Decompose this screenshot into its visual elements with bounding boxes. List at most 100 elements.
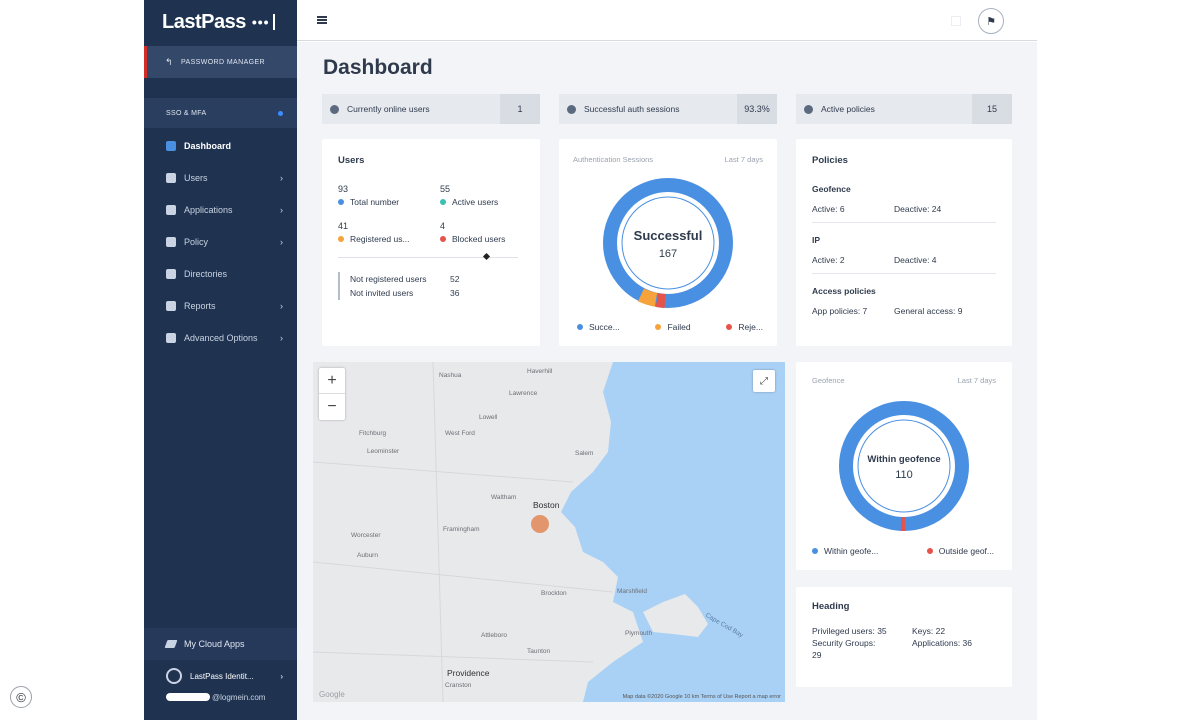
map-label: Marshfield <box>617 588 647 595</box>
legend-dot-icon <box>577 324 583 330</box>
map-label: Auburn <box>357 552 378 559</box>
map-label: Cranston <box>445 682 472 689</box>
dashboard-icon <box>166 141 176 151</box>
users-slider[interactable] <box>338 252 524 262</box>
boston-location-marker[interactable] <box>531 515 549 533</box>
stat-active-policies: Active policies 15 <box>796 94 1012 124</box>
donut-segment-rejected[interactable] <box>655 293 666 308</box>
donut-center-label: Successful <box>634 228 703 243</box>
registered-users-stat[interactable]: 41 Registered us... <box>338 221 440 244</box>
donut-segment-within[interactable] <box>839 401 969 531</box>
sidebar-item-dashboard[interactable]: Dashboard <box>144 130 297 162</box>
geofence-policy-section: Geofence Active: 6 Deactive: 24 <box>812 184 996 223</box>
map-attribution[interactable]: Map data ©2020 Google 10 km Terms of Use… <box>623 694 781 700</box>
blocked-users-stat[interactable]: 4 Blocked users <box>440 221 540 244</box>
location-map[interactable]: + − ⤢ Nashua Haverhill Lawrence Lowell F… <box>313 362 785 702</box>
geofence-card-range: Last 7 days <box>957 376 996 385</box>
my-cloud-apps-link[interactable]: My Cloud Apps <box>144 628 297 660</box>
user-icon <box>166 173 176 183</box>
users-card-title: Users <box>338 155 365 166</box>
donut-segment-failed[interactable] <box>638 288 658 307</box>
legend-dot-icon <box>338 199 344 205</box>
auth-donut-chart[interactable]: Successful 167 <box>573 173 763 313</box>
zoom-controls: + − <box>319 368 345 420</box>
stat-number: 41 <box>338 221 349 231</box>
chevron-right-icon: › <box>280 173 283 183</box>
shield-icon <box>567 104 576 114</box>
donut-center-value: 167 <box>659 248 677 260</box>
legend-item-within[interactable]: Within geofe... <box>812 546 878 556</box>
chevron-right-icon: › <box>280 205 283 215</box>
access-policy-section: Access policies App policies: 7 General a… <box>812 286 996 316</box>
sidebar-item-users[interactable]: Users › <box>144 162 297 194</box>
geofence-donut-chart[interactable]: Within geofence 110 <box>812 396 996 536</box>
flag-icon[interactable]: ⚑ <box>978 8 1004 34</box>
zoom-in-button[interactable]: + <box>319 368 345 394</box>
sidebar-item-applications[interactable]: Applications › <box>144 194 297 226</box>
ocean-shape <box>561 362 785 702</box>
section-title: Geofence <box>812 184 851 194</box>
legend-label: Reje... <box>738 322 763 332</box>
notification-placeholder-icon[interactable] <box>951 16 961 26</box>
map-label: Brockton <box>541 590 567 597</box>
donut-center-label: Within geofence <box>867 454 940 465</box>
logo-bar <box>272 14 275 30</box>
avatar-icon <box>166 668 182 684</box>
donut-segment-successful[interactable] <box>603 178 733 308</box>
chevron-right-icon: › <box>280 333 283 343</box>
auth-card-title: Authentication Sessions <box>573 155 654 164</box>
heading-card: Heading Privileged users: 35 Keys: 22 Se… <box>796 587 1012 687</box>
map-label: Haverhill <box>527 368 553 375</box>
legend-item-outside[interactable]: Outside geof... <box>926 546 994 556</box>
legend-dot-icon <box>812 548 818 554</box>
map-label: Providence <box>447 668 490 678</box>
geofence-card-title: Geofence <box>812 376 845 385</box>
status-dot-icon <box>278 110 283 116</box>
lastpass-logo[interactable]: LastPass ••• <box>144 0 297 44</box>
zoom-out-button[interactable]: − <box>319 394 345 420</box>
stat-value: 1 <box>500 94 540 124</box>
legend-dot-icon <box>440 236 446 242</box>
legend-dot-icon <box>726 324 733 330</box>
app-window: LastPass ••• ↰ PASSWORD MANAGER SSO & MF… <box>0 0 1200 720</box>
sidebar-item-policy[interactable]: Policy › <box>144 226 297 258</box>
donut-inner-ring <box>621 196 715 290</box>
sso-mfa-section[interactable]: SSO & MFA <box>144 98 297 128</box>
chevron-right-icon: › <box>280 237 283 247</box>
not-registered-list: Not registered users 52 Not invited users… <box>338 272 524 300</box>
stat-label: Blocked users <box>452 234 506 244</box>
user-menu[interactable]: LastPass Identit... › @logmein.com <box>144 664 297 720</box>
not-registered-value: 52 <box>450 274 460 284</box>
hammer-icon <box>166 237 176 247</box>
top-bar: ⚑ <box>297 0 1037 41</box>
geofence-card: Geofence Last 7 days Within geofence 110… <box>796 362 1012 570</box>
chevron-right-icon: › <box>280 671 283 681</box>
legend-item-failed[interactable]: Failed <box>655 322 691 332</box>
google-logo[interactable]: Google <box>319 690 345 699</box>
map-label: Attleboro <box>481 632 508 639</box>
hamburger-menu-icon[interactable] <box>317 16 327 24</box>
my-cloud-apps-label: My Cloud Apps <box>184 639 245 649</box>
auth-legend: Succe... Failed Reje... <box>577 322 763 332</box>
cloud-apps-icon <box>164 640 178 648</box>
sidebar-item-advanced-options[interactable]: Advanced Options › <box>144 322 297 354</box>
stat-label: Active policies <box>821 104 875 114</box>
total-users-stat[interactable]: 93 Total number <box>338 184 440 207</box>
sidebar-item-label: Policy <box>184 237 209 247</box>
sidebar-item-reports[interactable]: Reports › <box>144 290 297 322</box>
policies-card-title: Policies <box>812 155 848 166</box>
section-title: IP <box>812 235 821 245</box>
password-manager-link[interactable]: ↰ PASSWORD MANAGER <box>144 46 297 78</box>
slider-knob[interactable] <box>482 252 491 261</box>
policy-icon <box>804 104 813 114</box>
sidebar-item-directories[interactable]: Directories <box>144 258 297 290</box>
active-users-stat[interactable]: 55 Active users <box>440 184 540 207</box>
legend-item-successful[interactable]: Succe... <box>577 322 620 332</box>
grid-icon <box>166 205 176 215</box>
fullscreen-button[interactable]: ⤢ <box>753 370 775 392</box>
legend-item-rejected[interactable]: Reje... <box>726 322 763 332</box>
legend-dot-icon <box>338 236 344 242</box>
chart-icon <box>166 301 176 311</box>
stat-number: 55 <box>440 184 451 194</box>
app-policies: App policies: 7 <box>812 306 868 316</box>
